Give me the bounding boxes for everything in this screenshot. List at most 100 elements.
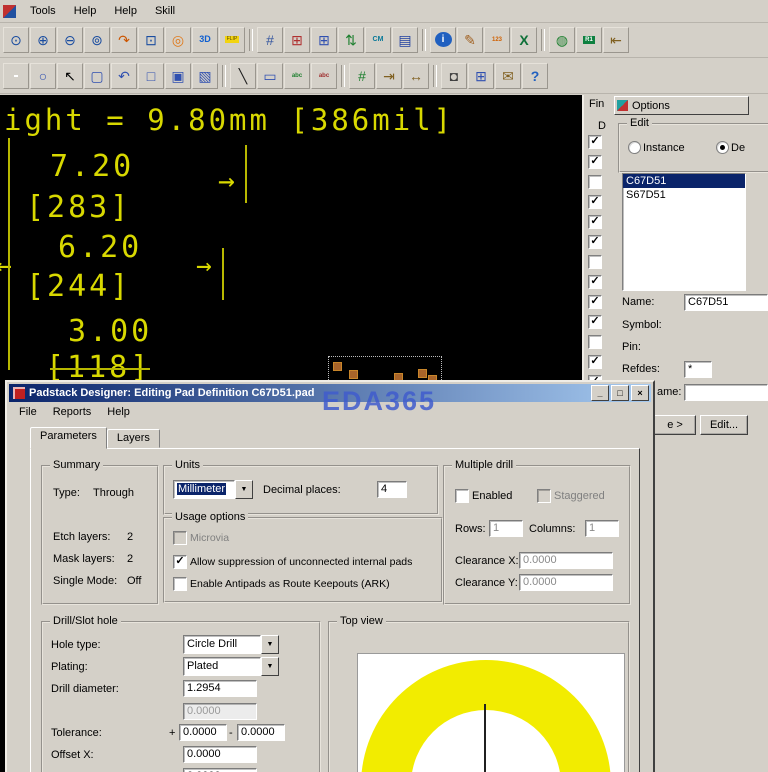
- field-value[interactable]: *: [684, 361, 712, 378]
- snapshot-button[interactable]: ◘: [441, 62, 467, 89]
- usage-checkbox-3[interactable]: [173, 577, 187, 591]
- menu-help[interactable]: Help: [105, 3, 146, 19]
- hole-type-combobox[interactable]: Circle Drill ▼: [183, 635, 279, 654]
- padstack-list[interactable]: C67D51 S67D51: [622, 173, 746, 291]
- measure-button[interactable]: ⇤: [603, 26, 629, 53]
- flip-design-button[interactable]: FLIP: [219, 26, 245, 53]
- dimension-extension-button[interactable]: ⇥: [376, 62, 402, 89]
- grid-toggle-button[interactable]: #: [257, 26, 283, 53]
- drill-diameter-field[interactable]: 1.2954: [183, 680, 257, 697]
- usage-checkbox-2[interactable]: ✓: [173, 555, 187, 569]
- list-item[interactable]: C67D51: [623, 174, 745, 188]
- visibility-checkbox[interactable]: ✓: [588, 315, 602, 329]
- menu-tools[interactable]: Tools: [21, 3, 65, 19]
- dialog-titlebar[interactable]: Padstack Designer: Editing Pad Definitio…: [9, 384, 651, 402]
- chevron-down-icon[interactable]: ▼: [261, 657, 279, 676]
- menu-skill[interactable]: Skill: [146, 3, 184, 19]
- line-tool-button[interactable]: ╲: [230, 62, 256, 89]
- cross-section-button[interactable]: CM: [365, 26, 391, 53]
- visibility-checkbox[interactable]: [588, 255, 602, 269]
- rounded-rect-tool-icon: ▢: [90, 67, 104, 84]
- decimal-places-field[interactable]: 4: [377, 481, 407, 498]
- field-value[interactable]: [684, 384, 768, 401]
- copy-view-button[interactable]: ⊞: [468, 62, 494, 89]
- find-panel-tab[interactable]: Fin: [589, 98, 604, 110]
- shape-tool-button[interactable]: ▭: [257, 62, 283, 89]
- select-window-button[interactable]: ▧: [192, 62, 218, 89]
- info-button[interactable]: i: [430, 26, 456, 53]
- visibility-checkbox[interactable]: ✓: [588, 355, 602, 369]
- change-button[interactable]: e >: [654, 415, 696, 435]
- export-excel-button[interactable]: X: [511, 26, 537, 53]
- zoom-points-button[interactable]: ⊙: [3, 26, 29, 53]
- options-panel-titlebar[interactable]: Options: [614, 96, 749, 115]
- zoom-out-button[interactable]: ⊖: [57, 26, 83, 53]
- units-combobox[interactable]: Millimeter ▼: [173, 480, 253, 499]
- rect-tool-button[interactable]: □: [138, 62, 164, 89]
- redo-button[interactable]: ↷: [111, 26, 137, 53]
- chevron-down-icon[interactable]: ▼: [261, 635, 279, 654]
- undo-move-button[interactable]: ↶: [111, 62, 137, 89]
- field-value[interactable]: C67D51: [684, 294, 768, 311]
- dialog-menu-file[interactable]: File: [11, 404, 45, 420]
- ratsnest-button[interactable]: ⊞: [284, 26, 310, 53]
- clearance-x-field[interactable]: 0.0000: [519, 552, 613, 569]
- usage-checkbox-1[interactable]: [173, 531, 187, 545]
- artwork-film-button[interactable]: ▤: [392, 26, 418, 53]
- tolerance-plus-field[interactable]: 0.0000: [179, 724, 227, 741]
- visibility-checkbox[interactable]: ✓: [588, 195, 602, 209]
- web-globe-button[interactable]: ◍: [549, 26, 575, 53]
- zoom-previous-button[interactable]: ⊚: [84, 26, 110, 53]
- visibility-checkbox[interactable]: ✓: [588, 135, 602, 149]
- visibility-checkbox[interactable]: ✓: [588, 155, 602, 169]
- enabled-checkbox[interactable]: [455, 489, 469, 503]
- edit-button[interactable]: Edit...: [700, 415, 748, 435]
- minimize-button[interactable]: _: [591, 385, 609, 401]
- properties-edit-button[interactable]: ✎: [457, 26, 483, 53]
- visibility-checkbox[interactable]: ✓: [588, 295, 602, 309]
- dialog-menu-reports[interactable]: Reports: [45, 404, 100, 420]
- offset-y-field[interactable]: 0.0000: [183, 768, 257, 772]
- visibility-checkbox[interactable]: [588, 335, 602, 349]
- edit-mode-radio-instance[interactable]: [628, 141, 641, 154]
- close-button[interactable]: ×: [631, 385, 649, 401]
- dialog-menu-help[interactable]: Help: [99, 404, 138, 420]
- tab-parameters[interactable]: Parameters: [30, 427, 107, 449]
- r1-tool-button[interactable]: R1: [576, 26, 602, 53]
- visibility-checkbox[interactable]: ✓: [588, 275, 602, 289]
- select-cursor-button[interactable]: ↖: [57, 62, 83, 89]
- tab-layers[interactable]: Layers: [106, 429, 160, 448]
- maximize-button[interactable]: □: [611, 385, 629, 401]
- zoom-in-button[interactable]: ⊕: [30, 26, 56, 53]
- rounded-rect-tool-button[interactable]: ▢: [84, 62, 110, 89]
- zoom-world-button[interactable]: ⊡: [138, 26, 164, 53]
- numbers-button[interactable]: 123: [484, 26, 510, 53]
- help-button[interactable]: ?: [522, 62, 548, 89]
- filled-rect-tool-button[interactable]: ▣: [165, 62, 191, 89]
- blank-tool-button[interactable]: [3, 62, 29, 89]
- columns-field[interactable]: 1: [585, 520, 619, 537]
- visibility-checkbox[interactable]: ✓: [588, 235, 602, 249]
- net-schedule-button[interactable]: #: [349, 62, 375, 89]
- clearance-y-field[interactable]: 0.0000: [519, 574, 613, 591]
- text-edit-tool-button[interactable]: abc: [311, 62, 337, 89]
- dimension-linear-button[interactable]: ↔: [403, 62, 429, 89]
- export-mail-button[interactable]: ✉: [495, 62, 521, 89]
- assign-color-button[interactable]: ⊞: [311, 26, 337, 53]
- visibility-checkbox[interactable]: ✓: [588, 215, 602, 229]
- list-item[interactable]: S67D51: [623, 188, 745, 202]
- chevron-down-icon[interactable]: ▼: [235, 480, 253, 499]
- offset-x-field[interactable]: 0.0000: [183, 746, 257, 763]
- text-tool-button[interactable]: abc: [284, 62, 310, 89]
- plating-combobox[interactable]: Plated ▼: [183, 657, 279, 676]
- visibility-checkbox[interactable]: [588, 175, 602, 189]
- edit-mode-radio-de[interactable]: [716, 141, 729, 154]
- shell-tool-button[interactable]: ◎: [165, 26, 191, 53]
- tolerance-minus-field[interactable]: 0.0000: [237, 724, 285, 741]
- staggered-checkbox[interactable]: [537, 489, 551, 503]
- circle-tool-button[interactable]: ○: [30, 62, 56, 89]
- rows-field[interactable]: 1: [489, 520, 523, 537]
- swap-layers-button[interactable]: ⇅: [338, 26, 364, 53]
- menu-help[interactable]: Help: [65, 3, 106, 19]
- view-3d-button[interactable]: 3D: [192, 26, 218, 53]
